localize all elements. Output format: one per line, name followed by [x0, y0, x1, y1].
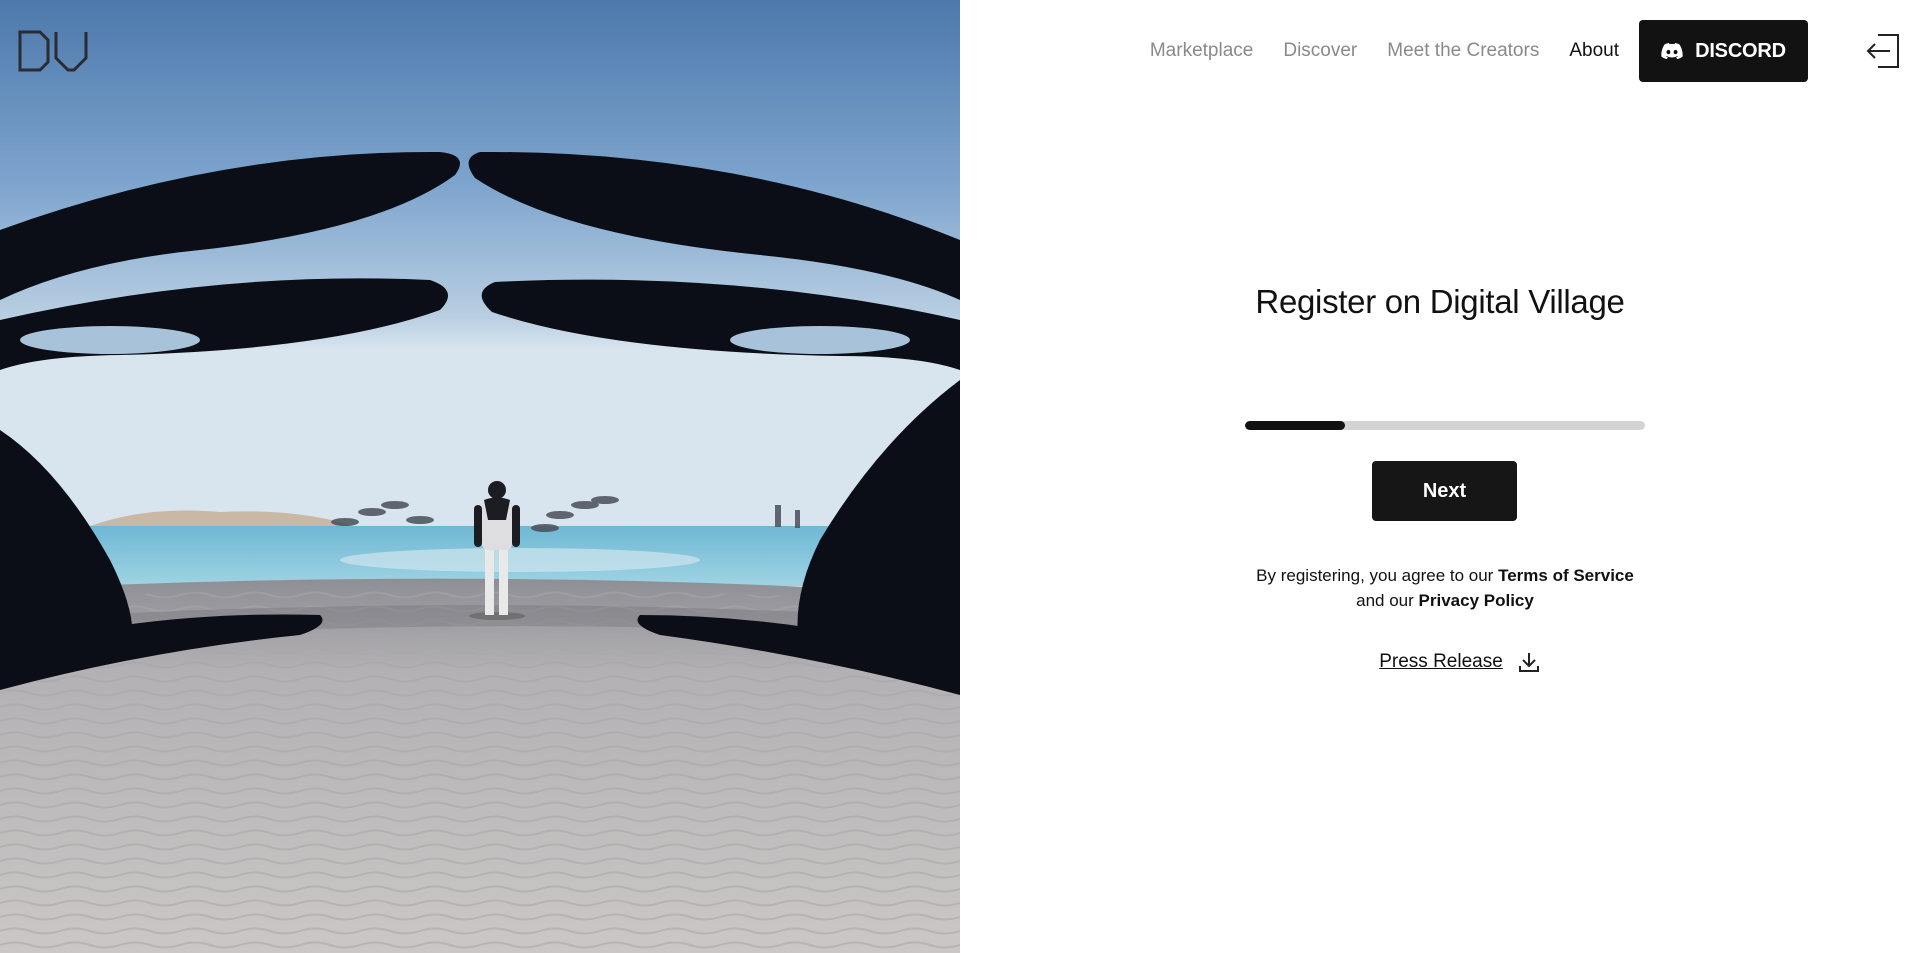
terms-of-service-link[interactable]: Terms of Service: [1498, 566, 1634, 585]
privacy-policy-link[interactable]: Privacy Policy: [1419, 591, 1534, 610]
press-release-link[interactable]: Press Release: [1379, 651, 1503, 673]
page: Marketplace Discover Meet the Creators A…: [0, 0, 1920, 953]
next-button[interactable]: Next: [1372, 461, 1517, 521]
download-icon[interactable]: [1517, 650, 1541, 674]
press-release-row: Press Release: [960, 650, 1920, 674]
register-panel: Register on Digital Village Next By regi…: [960, 0, 1920, 953]
terms-middle: and our: [1356, 591, 1414, 610]
progress-fill: [1245, 421, 1345, 430]
terms-prefix: By registering, you agree to our: [1256, 566, 1494, 585]
hero-image: [0, 0, 960, 953]
dv-logo-icon: [18, 30, 88, 72]
dv-logo[interactable]: [18, 30, 90, 72]
hero-scene: [0, 0, 960, 953]
register-title: Register on Digital Village: [1255, 283, 1625, 320]
registration-progress-bar: [1245, 421, 1645, 430]
terms-notice: By registering, you agree to our Terms o…: [1240, 563, 1650, 613]
